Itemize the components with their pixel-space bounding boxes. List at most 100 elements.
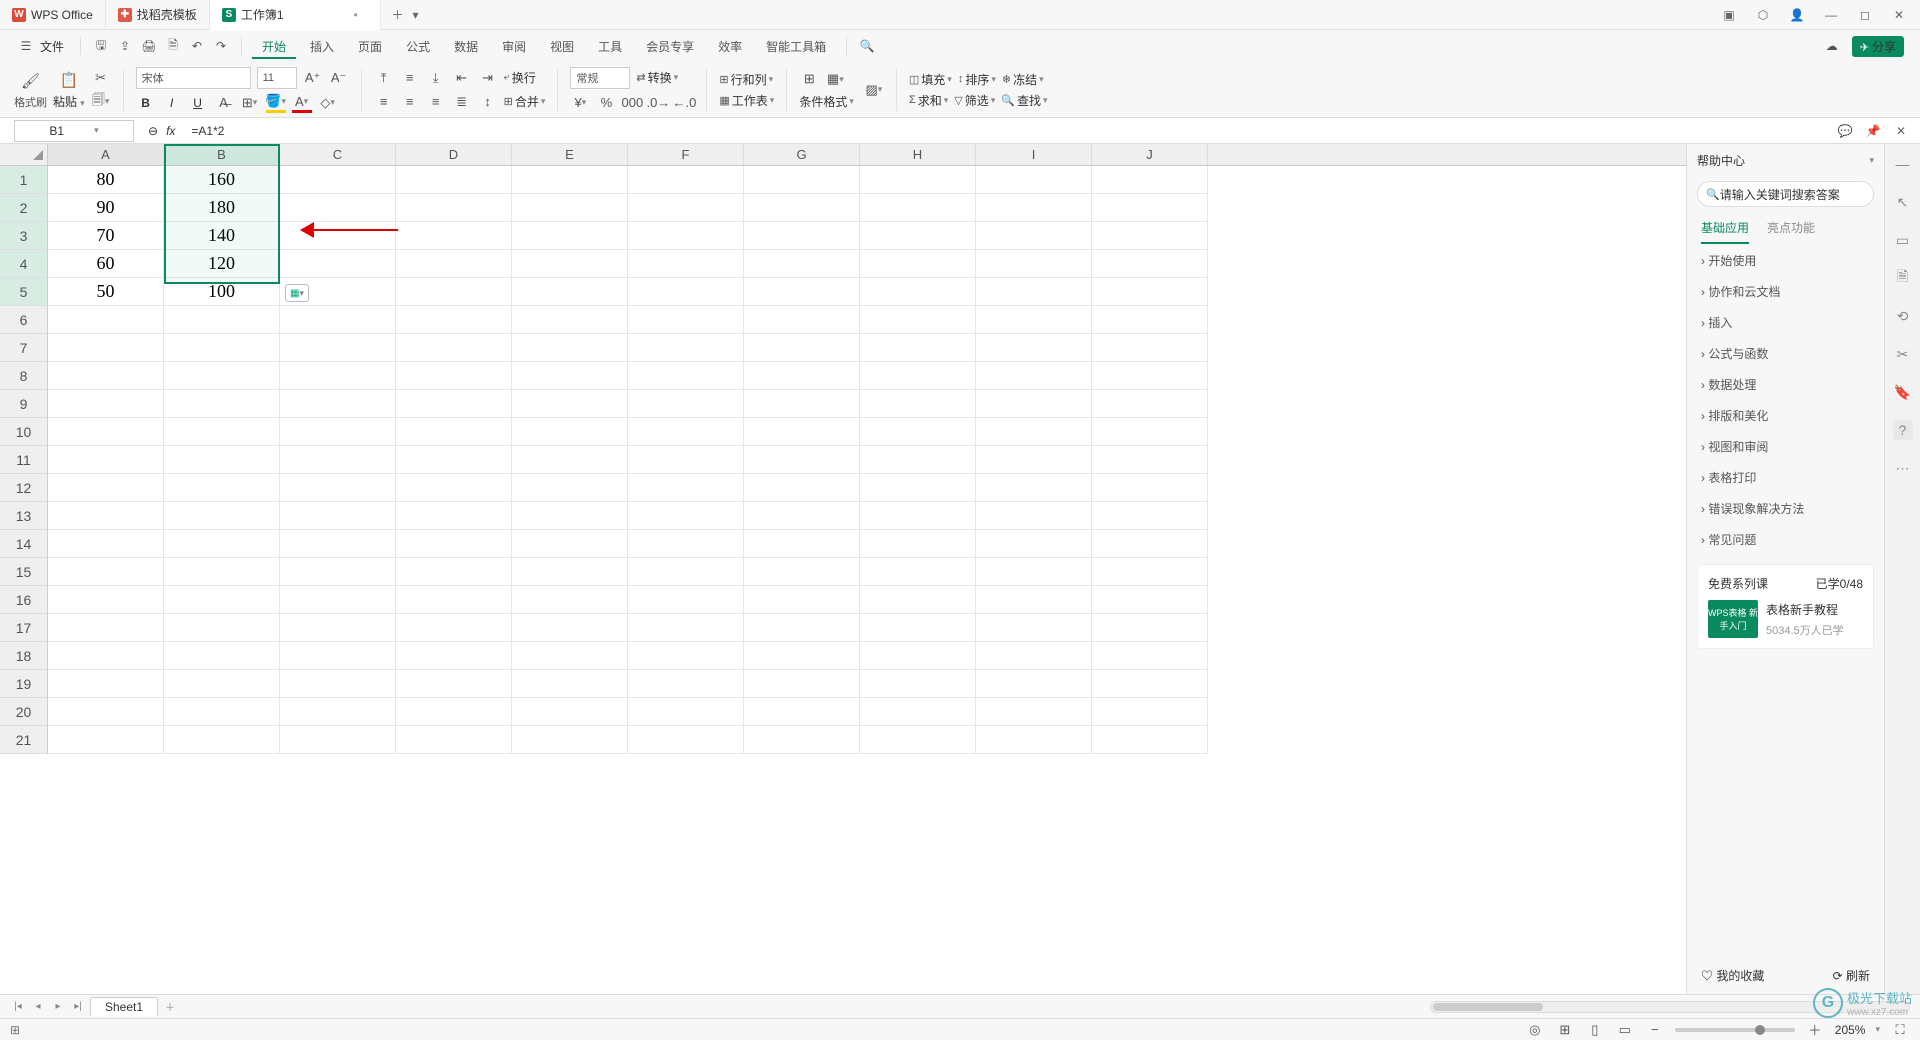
cell[interactable] <box>164 670 280 698</box>
cell[interactable] <box>976 390 1092 418</box>
cell[interactable] <box>512 726 628 754</box>
align-bottom-icon[interactable]: ⤓ <box>426 68 446 88</box>
cell[interactable] <box>512 418 628 446</box>
prev-sheet-icon[interactable]: ◂ <box>30 999 46 1015</box>
row-header[interactable]: 16 <box>0 586 48 614</box>
cell[interactable] <box>744 446 860 474</box>
cell[interactable] <box>976 614 1092 642</box>
cell[interactable] <box>860 670 976 698</box>
cell[interactable] <box>48 334 164 362</box>
cell[interactable] <box>860 362 976 390</box>
cell[interactable] <box>744 698 860 726</box>
cell[interactable] <box>628 614 744 642</box>
cell[interactable] <box>396 222 512 250</box>
cell[interactable] <box>1092 194 1208 222</box>
row-header[interactable]: 13 <box>0 502 48 530</box>
select-all-corner[interactable] <box>0 144 48 165</box>
cell[interactable] <box>512 614 628 642</box>
row-header[interactable]: 5 <box>0 278 48 306</box>
cell[interactable] <box>628 474 744 502</box>
cell[interactable] <box>164 390 280 418</box>
row-header[interactable]: 19 <box>0 670 48 698</box>
cell[interactable] <box>1092 698 1208 726</box>
cell[interactable] <box>744 306 860 334</box>
cell[interactable] <box>48 558 164 586</box>
cell[interactable] <box>976 166 1092 194</box>
help-topic-link[interactable]: › 表格打印 <box>1701 469 1870 486</box>
cell[interactable] <box>1092 418 1208 446</box>
cell[interactable] <box>280 334 396 362</box>
italic-icon[interactable]: I <box>162 93 182 113</box>
cell[interactable] <box>744 222 860 250</box>
cell[interactable] <box>628 222 744 250</box>
cell[interactable] <box>628 446 744 474</box>
chat-icon[interactable]: 💬 <box>1836 122 1854 140</box>
cell[interactable] <box>628 558 744 586</box>
cell[interactable] <box>1092 614 1208 642</box>
cell[interactable] <box>1092 502 1208 530</box>
cell[interactable] <box>744 390 860 418</box>
cell[interactable] <box>976 558 1092 586</box>
copy-icon[interactable]: 🗐▾ <box>91 92 111 112</box>
cell[interactable] <box>744 502 860 530</box>
cell[interactable] <box>280 250 396 278</box>
row-header[interactable]: 12 <box>0 474 48 502</box>
zoom-out-icon[interactable]: − <box>1645 1020 1665 1040</box>
cell[interactable]: 60 <box>48 250 164 278</box>
cell[interactable] <box>860 698 976 726</box>
rowcol-button[interactable]: ⊞ 行和列 ▾ <box>719 71 774 88</box>
cell[interactable] <box>976 502 1092 530</box>
cell[interactable] <box>860 194 976 222</box>
cell[interactable] <box>628 306 744 334</box>
tools-icon[interactable]: ✂ <box>1893 344 1913 364</box>
autofill-options-button[interactable]: ▦▾ <box>285 284 309 302</box>
cell[interactable] <box>164 726 280 754</box>
col-header[interactable]: C <box>280 144 396 165</box>
cell[interactable] <box>744 194 860 222</box>
cell[interactable] <box>744 334 860 362</box>
cell[interactable] <box>1092 670 1208 698</box>
add-sheet-button[interactable]: ＋ <box>162 999 178 1015</box>
cell[interactable] <box>164 698 280 726</box>
cell[interactable] <box>976 222 1092 250</box>
cell[interactable] <box>976 362 1092 390</box>
select-icon[interactable]: ↖ <box>1893 192 1913 212</box>
cell[interactable] <box>396 446 512 474</box>
orientation-icon[interactable]: ↕ <box>478 92 498 112</box>
cell[interactable] <box>860 306 976 334</box>
cell[interactable] <box>976 334 1092 362</box>
cell[interactable] <box>396 418 512 446</box>
cell[interactable]: 160 <box>164 166 280 194</box>
cell[interactable]: 120 <box>164 250 280 278</box>
zoom-level[interactable]: 205% <box>1835 1023 1866 1037</box>
cell[interactable] <box>628 418 744 446</box>
cell[interactable] <box>396 586 512 614</box>
col-header[interactable]: B <box>164 144 280 165</box>
cell[interactable] <box>512 446 628 474</box>
number-format-select[interactable] <box>570 67 630 89</box>
cell[interactable]: 90 <box>48 194 164 222</box>
cell[interactable] <box>48 614 164 642</box>
cell[interactable] <box>396 362 512 390</box>
cell[interactable] <box>512 250 628 278</box>
cell[interactable] <box>744 418 860 446</box>
undo-icon[interactable]: ↶ <box>187 36 207 56</box>
cell[interactable] <box>860 642 976 670</box>
menu-review[interactable]: 审阅 <box>492 34 536 59</box>
close-button[interactable]: ✕ <box>1890 6 1908 24</box>
menu-icon[interactable]: ☰ <box>16 36 36 56</box>
cell[interactable] <box>396 614 512 642</box>
cell[interactable] <box>628 530 744 558</box>
cell[interactable] <box>48 726 164 754</box>
cell[interactable] <box>1092 446 1208 474</box>
cell[interactable] <box>860 222 976 250</box>
close-panel-icon[interactable]: ✕ <box>1892 122 1910 140</box>
export-icon[interactable]: ⇪ <box>115 36 135 56</box>
help-tab-basic[interactable]: 基础应用 <box>1701 219 1749 244</box>
cell[interactable]: 50 <box>48 278 164 306</box>
cell[interactable] <box>628 642 744 670</box>
last-sheet-icon[interactable]: ▸| <box>70 999 86 1015</box>
align-top-icon[interactable]: ⤒ <box>374 68 394 88</box>
cell[interactable] <box>1092 362 1208 390</box>
cell[interactable] <box>512 586 628 614</box>
